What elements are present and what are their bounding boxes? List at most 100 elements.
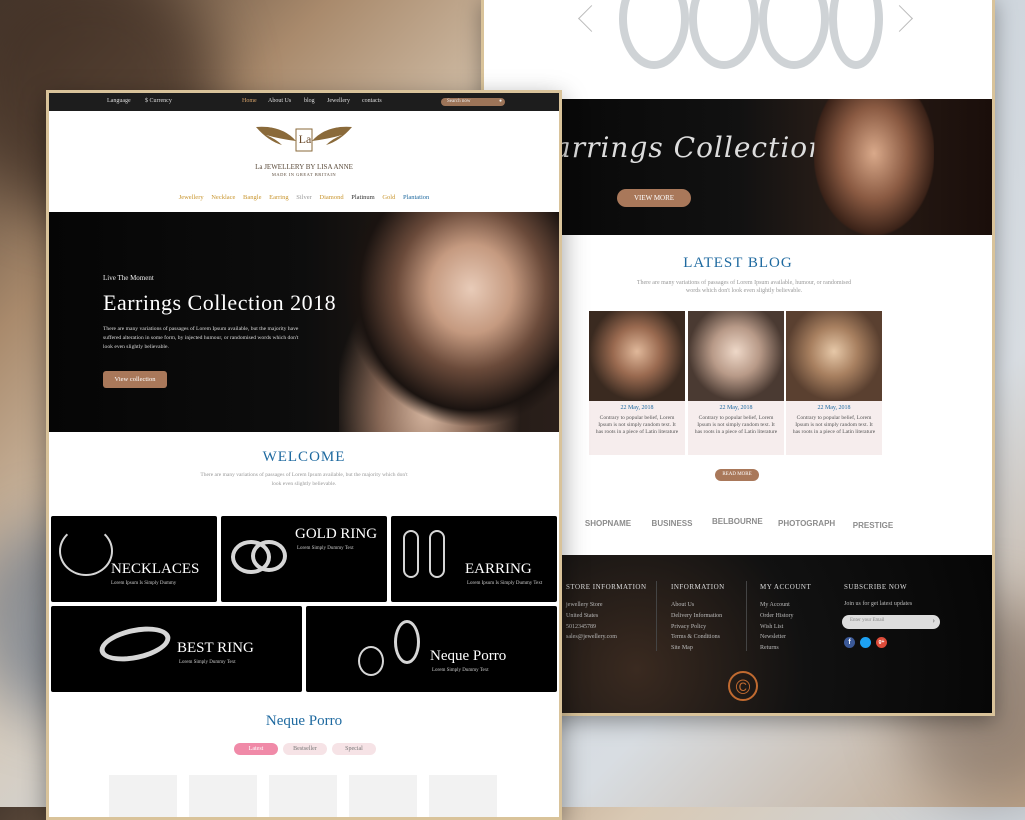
product-card[interactable]	[109, 775, 177, 817]
brand-tagline: MADE IN GREAT BRITAIN	[271, 172, 337, 177]
facebook-icon[interactable]: f	[844, 637, 855, 648]
hero-banner: Live The Moment Earrings Collection 2018…	[49, 212, 559, 432]
tile-title: Neque Porro	[430, 648, 507, 664]
nav-jewellery[interactable]: Jewellery	[327, 98, 350, 104]
category-silver[interactable]: Silver	[296, 194, 312, 201]
my-account-heading: MY ACCOUNT	[760, 583, 812, 591]
submit-arrow-icon[interactable]: ›	[932, 616, 935, 625]
ring-image	[759, 0, 829, 69]
blog-date: 22 May, 2018	[620, 405, 654, 411]
category-bangle[interactable]: Bangle	[243, 194, 261, 201]
copyright-icon: ©	[728, 671, 758, 701]
product-card[interactable]	[429, 775, 497, 817]
search-icon[interactable]: ●	[499, 98, 502, 106]
partner-logo: BUSINESS	[651, 519, 693, 528]
earring-image	[429, 530, 445, 578]
footer-link[interactable]: Terms & Conditions	[671, 632, 722, 643]
nav-home[interactable]: Home	[242, 98, 257, 104]
category-tile-necklaces[interactable]: NECKLACES Lorem Ipsum Is Simply Dummy	[51, 516, 217, 602]
model-image	[339, 212, 559, 432]
twitter-icon[interactable]	[860, 637, 871, 648]
products-section-title: Neque Porro	[265, 713, 343, 729]
blog-date: 22 May, 2018	[719, 405, 753, 411]
category-gold[interactable]: Gold	[382, 194, 395, 201]
tile-title: BEST RING	[177, 640, 254, 656]
tab-special[interactable]: Special	[332, 743, 376, 755]
nav-blog[interactable]: blog	[304, 98, 315, 104]
currency-selector[interactable]: $ Currency	[145, 98, 172, 104]
category-tile-gold-ring[interactable]: GOLD RING Lorem Simply Dummy Text	[221, 516, 387, 602]
blog-image	[786, 311, 882, 401]
welcome-subtitle: There are many variations of passages of…	[200, 472, 408, 487]
footer-link[interactable]: About Us	[671, 600, 722, 611]
product-card[interactable]	[269, 775, 337, 817]
search-input[interactable]: Search now ●	[441, 98, 505, 106]
google-plus-icon[interactable]: g+	[876, 637, 887, 648]
footer-link[interactable]: Returns	[760, 643, 794, 654]
footer-link[interactable]: Privacy Policy	[671, 622, 722, 633]
email-placeholder: Enter your Email	[850, 618, 885, 623]
blog-text: Contrary to popular belief, Lorem Ipsum …	[694, 415, 778, 435]
footer-link[interactable]: Site Map	[671, 643, 722, 654]
footer-divider	[746, 581, 747, 651]
tile-subtitle: Lorem Simply Dummy Text	[432, 668, 489, 673]
footer-link[interactable]: Newsletter	[760, 632, 794, 643]
category-jewellery[interactable]: Jewellery	[179, 194, 204, 201]
read-more-button[interactable]: READ MORE	[715, 469, 759, 481]
tile-subtitle: Lorem Simply Dummy Text	[179, 660, 236, 665]
category-diamond[interactable]: Diamond	[319, 194, 343, 201]
tile-title: GOLD RING	[295, 526, 378, 542]
product-card[interactable]	[349, 775, 417, 817]
category-necklace[interactable]: Necklace	[211, 194, 235, 201]
tab-latest[interactable]: Latest	[234, 743, 278, 755]
nav-about[interactable]: About Us	[268, 98, 291, 104]
category-tile-best-ring[interactable]: BEST RING Lorem Simply Dummy Text	[51, 606, 302, 692]
rings-slider	[484, 0, 992, 81]
footer-link[interactable]: Order History	[760, 611, 794, 622]
category-tile-earring[interactable]: EARRING Lorem Ipsum Is Simply Dummy Text	[391, 516, 557, 602]
category-earring[interactable]: Earring	[269, 194, 289, 201]
ring-image	[619, 0, 689, 69]
newsletter-email-input[interactable]: Enter your Email ›	[842, 615, 940, 629]
hero-text: There are many variations of passages of…	[103, 326, 299, 350]
search-placeholder: Search now	[447, 99, 471, 104]
model-image	[814, 99, 934, 235]
subscribe-subtitle: Join us for get latest updates	[844, 601, 913, 607]
blog-card[interactable]: 22 May, 2018 Contrary to popular belief, …	[688, 311, 784, 455]
view-collection-button[interactable]: View collection	[103, 371, 167, 388]
product-card[interactable]	[189, 775, 257, 817]
ring-image	[829, 0, 883, 69]
ring-image	[251, 540, 287, 572]
language-selector[interactable]: Language	[107, 98, 131, 104]
brand-name: La JEWELLERY BY LISA ANNE	[255, 163, 353, 171]
nav-contacts[interactable]: contacts	[362, 98, 382, 104]
hero-kicker: Live The Moment	[103, 274, 154, 282]
necklace-image	[59, 526, 113, 576]
blog-image	[589, 311, 685, 401]
footer-link[interactable]: My Account	[760, 600, 794, 611]
tile-title: NECKLACES	[111, 561, 200, 577]
footer-link[interactable]: Delivery Information	[671, 611, 722, 622]
tile-subtitle: Lorem Simply Dummy Text	[297, 546, 354, 551]
earring-image	[403, 530, 419, 578]
ring-image	[689, 0, 759, 69]
tile-subtitle: Lorem Ipsum Is Simply Dummy Text	[467, 581, 543, 586]
footer-link[interactable]: Wish List	[760, 622, 794, 633]
tab-bestseller[interactable]: Bestseller	[283, 743, 327, 755]
slider-next-icon[interactable]	[886, 5, 913, 32]
slider-prev-icon[interactable]	[578, 5, 605, 32]
category-nav: Jewellery Necklace Bangle Earring Silver…	[49, 194, 559, 201]
blog-card[interactable]: 22 May, 2018 Contrary to popular belief, …	[589, 311, 685, 455]
category-tile-neque-porro[interactable]: Neque Porro Lorem Simply Dummy Text	[306, 606, 557, 692]
view-more-button[interactable]: VIEW MORE	[617, 189, 691, 207]
welcome-title: WELCOME	[262, 449, 346, 465]
blog-date: 22 May, 2018	[817, 405, 851, 411]
store-info-heading: STORE INFORMATION	[566, 583, 647, 591]
information-heading: INFORMATION	[671, 583, 725, 591]
ring-image	[96, 620, 174, 668]
logo-letters: La	[298, 132, 312, 146]
my-account-links: My Account Order History Wish List Newsl…	[760, 600, 794, 654]
blog-card[interactable]: 22 May, 2018 Contrary to popular belief, …	[786, 311, 882, 455]
category-plantation[interactable]: Plantation	[403, 194, 429, 201]
category-platinum[interactable]: Platinum	[351, 194, 374, 201]
